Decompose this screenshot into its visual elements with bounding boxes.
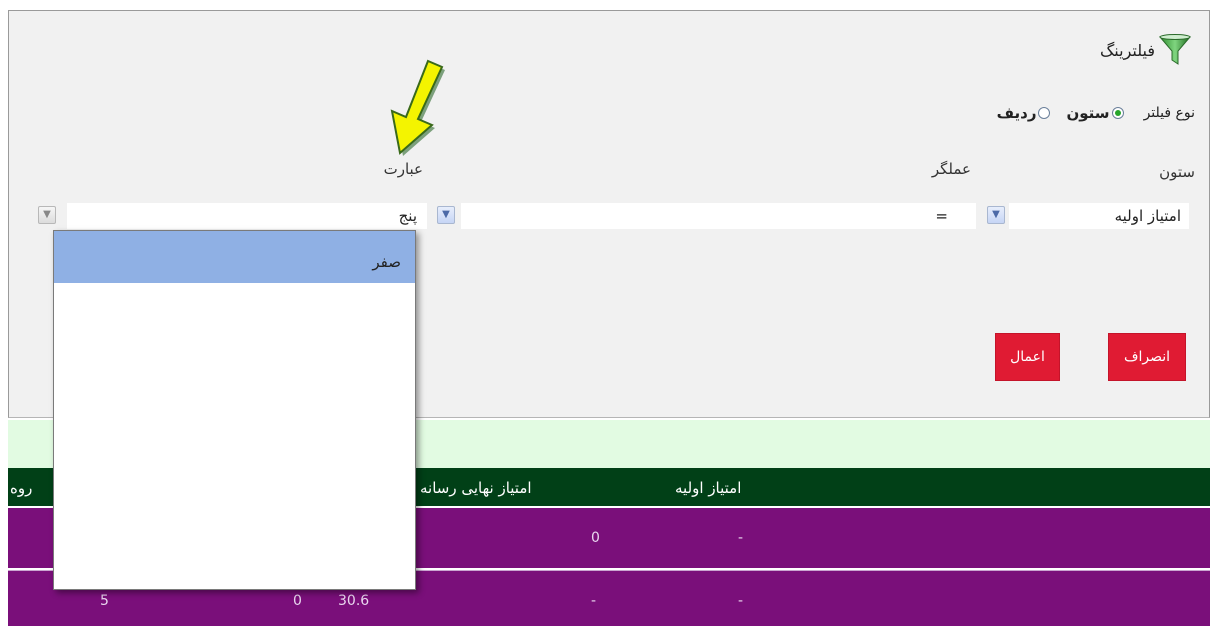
- dropdown-option[interactable]: صفر: [54, 231, 415, 283]
- column-select-value: امتیاز اولیه: [1114, 207, 1181, 225]
- cancel-button-label: انصراف: [1123, 349, 1171, 365]
- radio-column-button[interactable]: [1111, 107, 1124, 119]
- filter-title-text: فیلترینگ: [1099, 40, 1155, 60]
- apply-button[interactable]: اعمال: [995, 333, 1060, 381]
- expression-dropdown-button[interactable]: ▼: [38, 206, 56, 224]
- chevron-down-icon: ▼: [43, 209, 51, 220]
- table-cell: 30.6: [338, 593, 370, 609]
- header-cell[interactable]: روه: [10, 479, 32, 497]
- filter-type-group: نوع فیلتر ستون ردیف: [987, 104, 1195, 122]
- expression-input[interactable]: پنج: [67, 203, 427, 229]
- header-cell[interactable]: امتیاز اولیه: [675, 479, 741, 497]
- table-cell: -: [591, 593, 597, 609]
- table-cell: 0: [591, 530, 600, 546]
- column-select[interactable]: امتیاز اولیه: [1009, 203, 1189, 229]
- dropdown-option-label: صفر: [372, 253, 401, 271]
- cancel-button[interactable]: انصراف: [1108, 333, 1186, 381]
- apply-button-label: اعمال: [1010, 349, 1045, 365]
- funnel-icon: [1159, 34, 1191, 65]
- header-cell[interactable]: امتیاز نهایی رسانه: [420, 479, 532, 497]
- filter-title: فیلترینگ: [1100, 33, 1191, 67]
- operator-dropdown-button[interactable]: ▼: [437, 206, 455, 224]
- radio-column[interactable]: ستون: [1066, 104, 1124, 122]
- table-cell: 0: [293, 593, 302, 609]
- yellow-arrow-icon: [390, 59, 445, 156]
- table-cell: -: [738, 593, 744, 609]
- column-dropdown-button[interactable]: ▼: [987, 206, 1005, 224]
- column-label: ستون: [1159, 163, 1195, 181]
- filter-type-label: نوع فیلتر: [1143, 105, 1195, 121]
- radio-row[interactable]: ردیف: [997, 104, 1051, 122]
- radio-column-label[interactable]: ستون: [1066, 104, 1109, 122]
- expression-label: عبارت: [383, 160, 423, 178]
- expression-input-value: پنج: [398, 207, 417, 225]
- radio-row-label[interactable]: ردیف: [997, 104, 1037, 122]
- expression-dropdown-list: صفر: [53, 230, 416, 590]
- chevron-down-icon: ▼: [992, 209, 1000, 220]
- operator-select[interactable]: =: [461, 203, 976, 229]
- operator-select-value: =: [935, 207, 948, 225]
- chevron-down-icon: ▼: [442, 209, 450, 220]
- table-cell: -: [738, 530, 744, 546]
- table-cell: 5: [100, 593, 109, 609]
- operator-label: عملگر: [931, 160, 971, 178]
- radio-row-button[interactable]: [1038, 107, 1051, 119]
